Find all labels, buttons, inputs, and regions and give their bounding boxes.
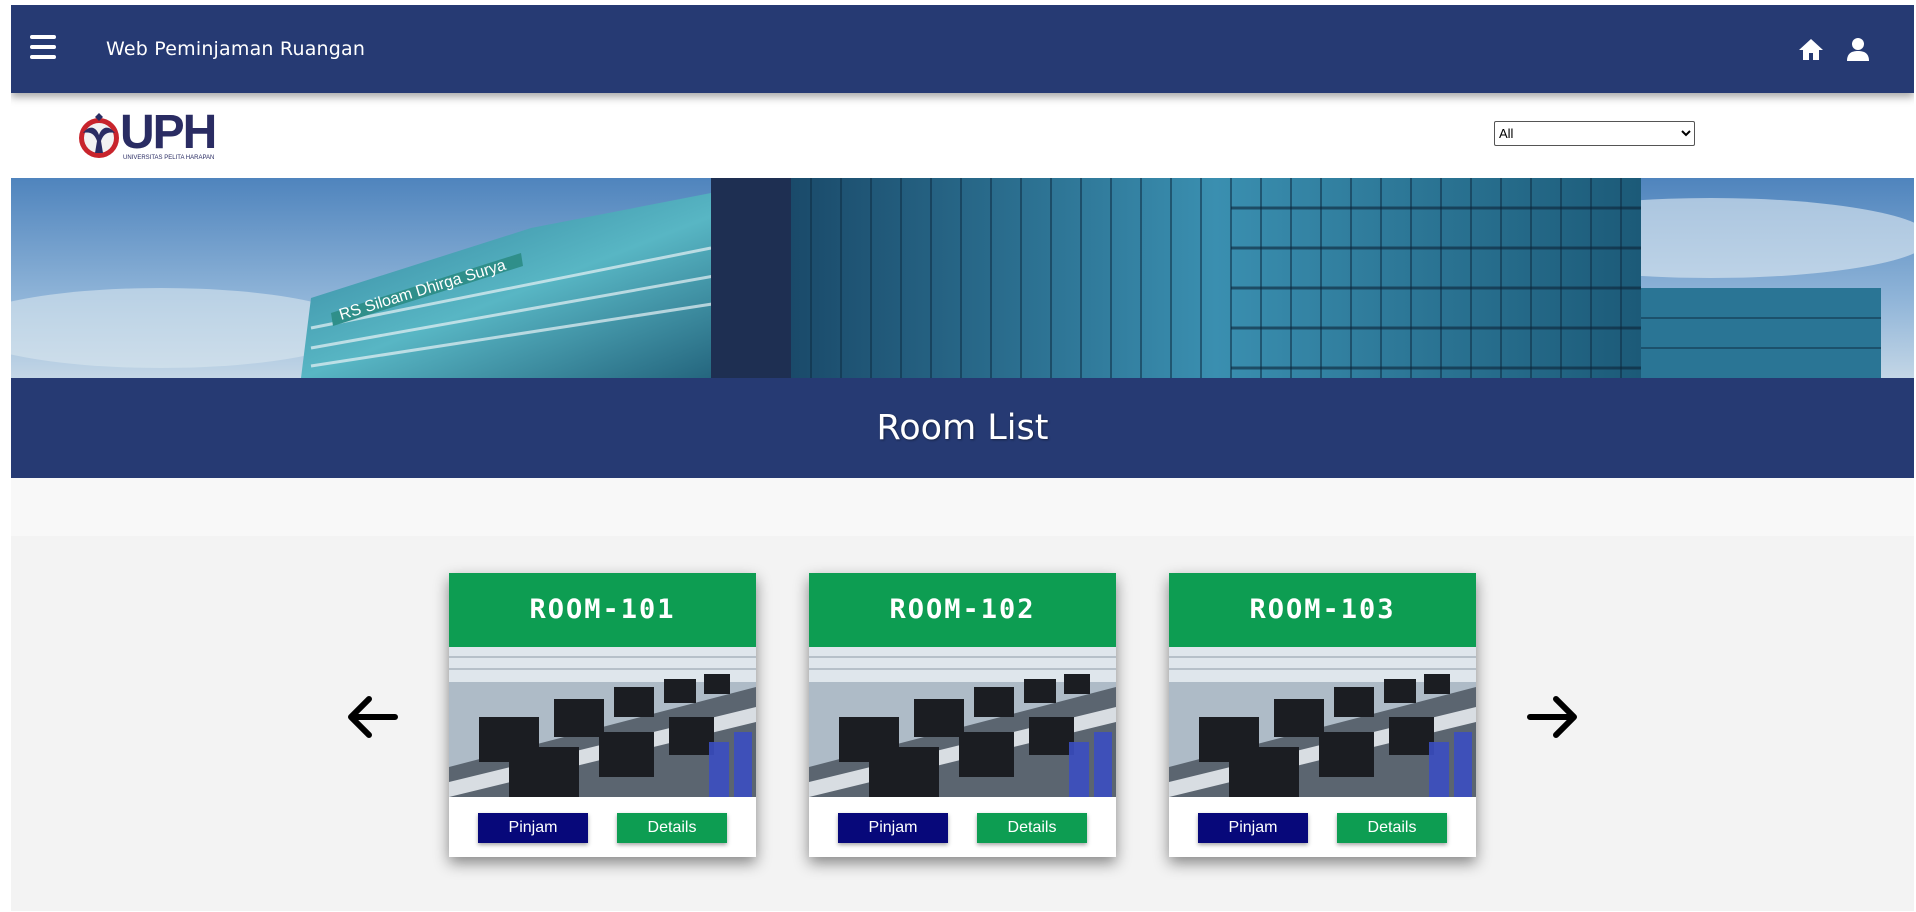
room-card-header: ROOM-102 xyxy=(809,573,1116,647)
logo-text: UPH xyxy=(120,106,217,159)
arrow-left-icon[interactable] xyxy=(347,695,399,739)
arrow-right-icon[interactable] xyxy=(1526,695,1578,739)
pinjam-button[interactable]: Pinjam xyxy=(478,813,588,843)
uph-emblem-icon xyxy=(79,113,119,158)
logo-subtitle: UNIVERSITAS PELITA HARAPAN xyxy=(123,155,215,161)
pinjam-button[interactable]: Pinjam xyxy=(1198,813,1308,843)
user-icon[interactable] xyxy=(1845,36,1871,62)
page-title: Room List xyxy=(876,408,1049,448)
details-button[interactable]: Details xyxy=(1337,813,1447,843)
building-banner-image: RS Siloam Dhirga Surya xyxy=(11,178,1914,378)
pinjam-button[interactable]: Pinjam xyxy=(838,813,948,843)
room-card: ROOM-102 Pinjam Details xyxy=(809,573,1116,857)
room-name: ROOM-102 xyxy=(889,594,1036,625)
logo-strip: UPH UNIVERSITAS PELITA HARAPAN All xyxy=(11,93,1914,178)
home-icon[interactable] xyxy=(1798,36,1824,62)
room-card: ROOM-101 Pinjam Details xyxy=(449,573,756,857)
app-title: Web Peminjaman Ruangan xyxy=(106,38,366,60)
computer-lab-image xyxy=(1169,647,1476,797)
room-list-header: Room List xyxy=(11,378,1914,478)
app-frame: Web Peminjaman Ruangan UPH UNIVERSITAS P… xyxy=(11,5,1914,911)
section-divider xyxy=(11,478,1914,536)
uph-logo: UPH UNIVERSITAS PELITA HARAPAN xyxy=(77,106,237,163)
details-button[interactable]: Details xyxy=(617,813,727,843)
room-name: ROOM-101 xyxy=(529,594,676,625)
hamburger-menu-icon[interactable] xyxy=(30,35,56,61)
computer-lab-image xyxy=(449,647,756,797)
computer-lab-image xyxy=(809,647,1116,797)
room-filter-select[interactable]: All xyxy=(1494,121,1695,146)
room-card: ROOM-103 Pinjam Details xyxy=(1169,573,1476,857)
room-card-header: ROOM-101 xyxy=(449,573,756,647)
top-navbar: Web Peminjaman Ruangan xyxy=(11,5,1914,93)
room-card-header: ROOM-103 xyxy=(1169,573,1476,647)
details-button[interactable]: Details xyxy=(977,813,1087,843)
room-name: ROOM-103 xyxy=(1249,594,1396,625)
